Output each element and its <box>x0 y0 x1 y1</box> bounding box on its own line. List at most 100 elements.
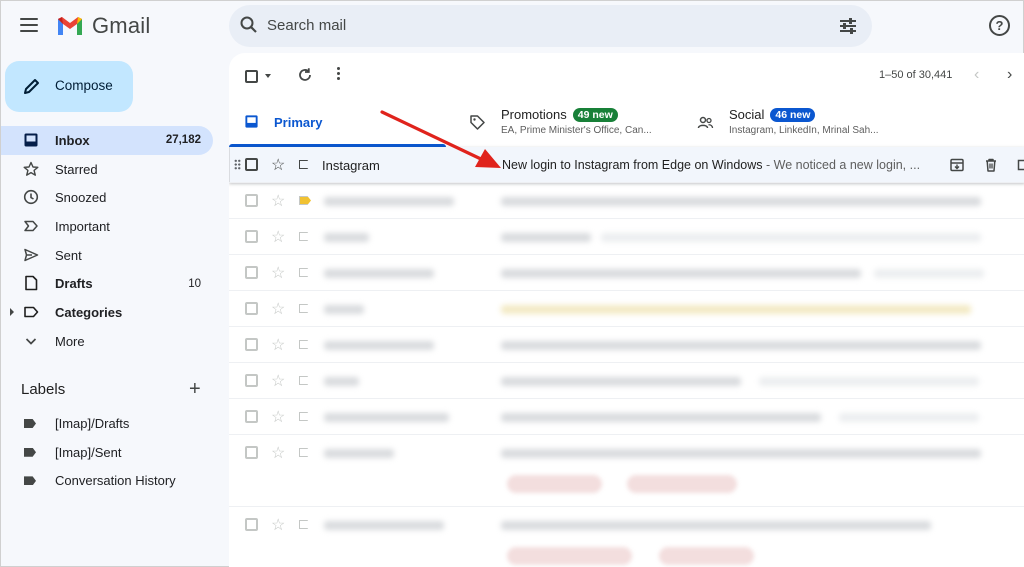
help-icon[interactable]: ? <box>989 15 1010 36</box>
archive-icon[interactable] <box>949 157 965 173</box>
blurred-subject <box>501 449 981 458</box>
row-checkbox[interactable] <box>245 266 258 279</box>
important-marker-icon[interactable] <box>299 376 311 385</box>
row-checkbox[interactable] <box>245 338 258 351</box>
blurred-subject <box>501 413 821 422</box>
expand-caret-icon[interactable] <box>10 308 14 317</box>
new-count-badge: 46 new <box>770 108 816 122</box>
row-checkbox[interactable] <box>245 410 258 423</box>
sidebar-item-important[interactable]: Important <box>1 212 213 241</box>
blurred-sender <box>324 197 454 206</box>
email-row[interactable]: ☆ <box>229 399 1024 435</box>
row-checkbox[interactable] <box>245 518 258 531</box>
star-icon[interactable]: ☆ <box>271 299 285 319</box>
row-checkbox[interactable] <box>245 374 258 387</box>
row-hover-actions <box>949 157 1024 173</box>
sidebar-item-categories[interactable]: Categories <box>1 298 213 327</box>
important-marker-icon[interactable] <box>299 232 311 241</box>
tab-senders-preview: EA, Prime Minister's Office, Can... <box>501 125 652 136</box>
important-marker-icon[interactable] <box>299 160 311 169</box>
row-checkbox[interactable] <box>245 230 258 243</box>
tab-social[interactable]: Social 46 new Instagram, LinkedIn, Mrinal… <box>694 98 924 147</box>
delete-icon[interactable] <box>983 157 999 173</box>
email-row[interactable]: ☆ <box>229 327 1024 363</box>
refresh-icon[interactable] <box>296 66 314 84</box>
email-row[interactable]: ☆ <box>229 291 1024 327</box>
compose-button[interactable]: Compose <box>5 61 133 112</box>
sidebar-item-snoozed[interactable]: Snoozed <box>1 183 213 212</box>
email-row[interactable]: ☆ <box>229 363 1024 399</box>
email-row[interactable]: ☆ <box>229 219 1024 255</box>
email-row[interactable]: ☆ <box>229 255 1024 291</box>
newer-page-button[interactable]: ‹ <box>974 66 979 84</box>
older-page-button[interactable]: › <box>1007 66 1012 84</box>
row-checkbox[interactable] <box>245 194 258 207</box>
blurred-subject <box>501 269 861 278</box>
mark-unread-icon[interactable] <box>1017 157 1024 173</box>
list-toolbar: 1–50 of 30,441 ‹ › <box>229 53 1024 98</box>
compose-label: Compose <box>55 78 113 93</box>
search-input[interactable]: Search mail <box>267 17 346 34</box>
important-marker-icon[interactable] <box>299 196 311 205</box>
attachment-chip[interactable] <box>507 547 632 565</box>
gmail-logo[interactable]: Gmail <box>56 13 150 39</box>
search-icon[interactable] <box>239 15 259 35</box>
sidebar-item-label: Snoozed <box>55 190 107 206</box>
row-checkbox[interactable] <box>245 302 258 315</box>
chevron-down-icon <box>25 338 37 345</box>
search-bar[interactable]: Search mail <box>229 5 872 47</box>
add-label-button[interactable]: + <box>189 379 201 399</box>
important-marker-icon[interactable] <box>299 268 311 277</box>
sidebar-item-sent[interactable]: Sent <box>1 241 213 270</box>
sidebar-item-starred[interactable]: Starred <box>1 155 213 184</box>
blurred-sender <box>324 449 394 458</box>
star-icon[interactable]: ☆ <box>271 443 285 463</box>
pagination-text: 1–50 of 30,441 <box>879 69 953 81</box>
email-row[interactable]: ☆ <box>229 183 1024 219</box>
important-marker-icon[interactable] <box>299 412 311 421</box>
row-checkbox[interactable] <box>245 158 258 171</box>
email-row[interactable]: ☆ <box>229 507 1024 567</box>
sidebar-item-drafts[interactable]: Drafts 10 <box>1 269 213 298</box>
drag-handle-icon[interactable] <box>234 159 241 170</box>
label-item-imap-drafts[interactable]: [Imap]/Drafts <box>1 409 217 438</box>
search-options-icon[interactable] <box>838 16 858 36</box>
attachment-chip[interactable] <box>659 547 754 565</box>
blurred-snippet <box>874 269 984 278</box>
sidebar-item-more[interactable]: More <box>1 327 213 356</box>
blurred-subject <box>501 305 971 314</box>
attachment-chip[interactable] <box>627 475 737 493</box>
sidebar-item-inbox[interactable]: Inbox 27,182 <box>1 126 213 155</box>
email-row[interactable]: ☆ Instagram New login to Instagram from … <box>229 147 1024 183</box>
select-menu-caret-icon[interactable] <box>265 74 271 78</box>
tab-title: Promotions 49 new <box>501 107 618 122</box>
star-icon[interactable]: ☆ <box>271 371 285 391</box>
tab-label: Primary <box>274 115 323 130</box>
email-snippet: - We noticed a new login, ... <box>762 158 921 172</box>
label-item-conversation-history[interactable]: Conversation History <box>1 466 217 495</box>
star-icon[interactable]: ☆ <box>271 227 285 247</box>
star-icon[interactable]: ☆ <box>271 191 285 211</box>
important-marker-icon[interactable] <box>299 520 311 529</box>
important-marker-icon[interactable] <box>299 448 311 457</box>
important-marker-icon[interactable] <box>299 304 311 313</box>
attachment-chip[interactable] <box>507 475 602 493</box>
star-icon[interactable]: ☆ <box>271 335 285 355</box>
more-options-icon[interactable] <box>337 67 340 80</box>
select-all-checkbox[interactable] <box>245 70 258 83</box>
main-menu-icon[interactable] <box>19 15 39 35</box>
sidebar-item-label: More <box>55 333 85 349</box>
important-marker-icon[interactable] <box>299 340 311 349</box>
row-checkbox[interactable] <box>245 446 258 459</box>
sidebar-item-label: Starred <box>55 161 98 177</box>
email-subject-line: New login to Instagram from Edge on Wind… <box>502 158 920 172</box>
email-row[interactable]: ☆ <box>229 435 1024 507</box>
star-icon[interactable]: ☆ <box>271 515 285 535</box>
star-icon[interactable]: ☆ <box>271 155 285 175</box>
email-subject: New login to Instagram from Edge on Wind… <box>502 158 763 172</box>
label-item-imap-sent[interactable]: [Imap]/Sent <box>1 438 217 467</box>
inbox-icon <box>24 133 38 147</box>
star-icon[interactable]: ☆ <box>271 407 285 427</box>
blurred-sender <box>324 269 434 278</box>
star-icon[interactable]: ☆ <box>271 263 285 283</box>
